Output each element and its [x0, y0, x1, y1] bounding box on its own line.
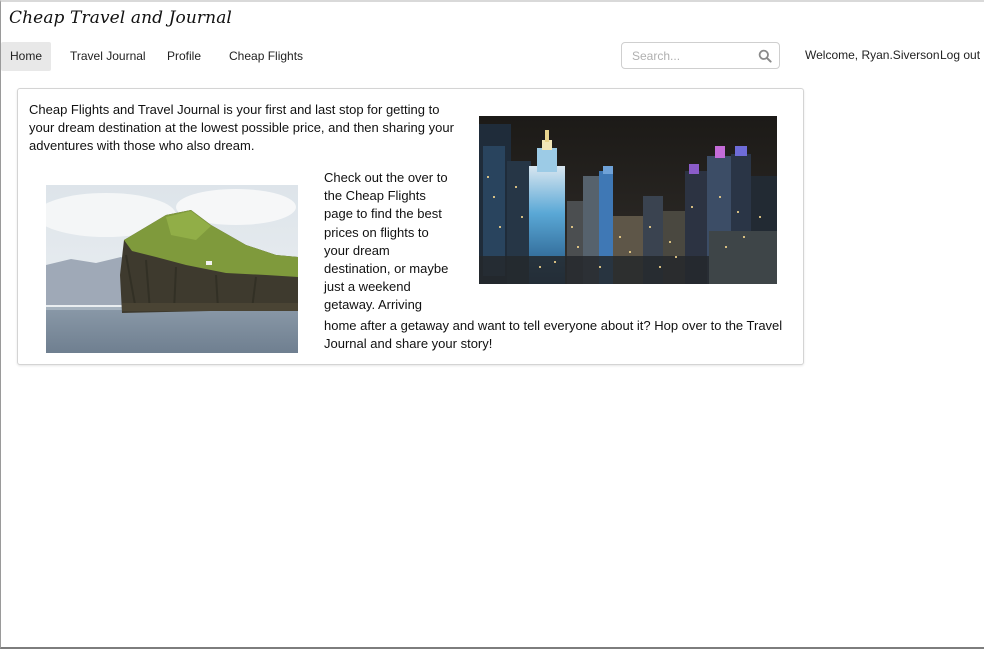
nav-home[interactable]: Home [1, 42, 51, 71]
main-navbar: Home Travel Journal Profile Cheap Flight… [1, 40, 984, 72]
flights-paragraph-line: the Cheap Flights [324, 188, 426, 204]
flights-paragraph-line: getaway. Arriving [324, 297, 423, 313]
flights-paragraph-line: destination, or maybe [324, 261, 449, 277]
flights-paragraph-line: Check out the over to [324, 170, 448, 185]
city-photo [479, 116, 777, 284]
nav-profile[interactable]: Profile [167, 42, 201, 71]
search-input[interactable] [632, 47, 752, 65]
site-title: Cheap Travel and Journal [9, 8, 232, 28]
flights-paragraph-line: page to find the best [324, 206, 442, 222]
content-panel: Cheap Flights and Travel Journal is your… [17, 88, 804, 365]
logout-link[interactable]: Log out [940, 42, 980, 68]
flights-paragraph: Check out the over to the Cheap Flights … [324, 169, 464, 315]
flights-paragraph-line: prices on flights to [324, 224, 429, 240]
welcome-user: Welcome, Ryan.Siverson [805, 48, 940, 62]
flights-paragraph-line: your dream [324, 242, 390, 258]
intro-text: Cheap Flights and Travel Journal is your… [29, 102, 454, 154]
search-box [621, 42, 780, 69]
search-icon[interactable] [758, 49, 772, 63]
island-photo [46, 185, 298, 353]
flights-paragraph-line: just a weekend [324, 279, 411, 295]
journal-paragraph: home after a getaway and want to tell ev… [324, 318, 783, 352]
nav-cheap-flights[interactable]: Cheap Flights [229, 42, 303, 71]
nav-travel-journal[interactable]: Travel Journal [70, 42, 146, 71]
